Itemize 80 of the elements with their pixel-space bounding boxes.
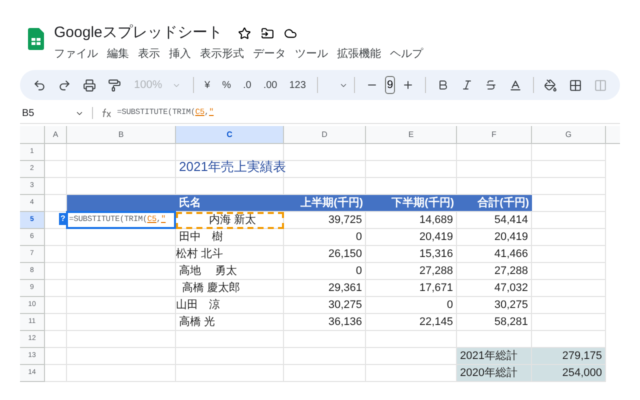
table-cell: 2021年総計 (457, 348, 532, 365)
table-cell (45, 280, 67, 297)
cell-formula[interactable]: =SUBSTITUTE(TRIM(C5," (69, 214, 166, 226)
table-cell: 高橋 光 (176, 314, 284, 331)
header-cell: 氏名 (176, 195, 284, 212)
table-cell: 54,414 (457, 212, 532, 229)
table-cell (45, 297, 67, 314)
table-cell: 30,275 (457, 297, 532, 314)
table-cell: 高地 勇太 (176, 263, 284, 280)
table-cell: 17,671 (366, 280, 457, 297)
table-cell: 22,145 (366, 314, 457, 331)
table-cell: 30,275 (284, 297, 366, 314)
column-header[interactable]: D (284, 126, 366, 143)
column-header[interactable]: G (532, 126, 606, 143)
menu-item[interactable]: データ (253, 46, 286, 62)
table-cell: 内海 新太 (176, 212, 284, 229)
table-cell: 58,281 (457, 314, 532, 331)
menu-item[interactable]: 拡張機能 (337, 46, 381, 62)
table-cell (45, 314, 67, 331)
currency-button[interactable]: ¥ (200, 74, 216, 96)
table-cell: 0 (284, 229, 366, 246)
column-header[interactable]: C (176, 126, 284, 143)
table-cell (45, 246, 67, 263)
table-cell: 高橋 慶太郎 (176, 280, 284, 297)
table-cell (45, 161, 67, 178)
table-cell: 松村 北斗 (176, 246, 284, 263)
menu-item[interactable]: 挿入 (169, 46, 191, 62)
table-cell: 2020年総計 (457, 365, 532, 382)
formula-field[interactable]: =SUBSTITUTE(TRIM(C5," (117, 107, 214, 119)
table-cell: 27,288 (457, 263, 532, 280)
table-cell (45, 229, 67, 246)
table-cell (45, 331, 67, 348)
column-header[interactable]: E (366, 126, 457, 143)
column-header[interactable]: A (45, 126, 67, 143)
table-cell: 14,689 (366, 212, 457, 229)
table-cell: 36,136 (284, 314, 366, 331)
table-cell (45, 348, 67, 365)
cell-reference[interactable]: B5 (20, 106, 75, 120)
folder-icon[interactable] (261, 26, 274, 40)
table-cell: 15,316 (366, 246, 457, 263)
table-cell (45, 178, 67, 195)
sheet-title: 2021年売上実績表 (179, 158, 286, 176)
table-cell: 279,175 (532, 348, 606, 365)
function-icon (101, 108, 112, 118)
table-cell (45, 144, 67, 161)
star-icon[interactable] (238, 26, 252, 40)
menu-item[interactable]: ヘルプ (390, 46, 423, 62)
table-cell: 0 (366, 297, 457, 314)
header-cell: 下半期(千円) (366, 195, 457, 212)
active-cell-editor[interactable]: =SUBSTITUTE(TRIM(C5," (66, 211, 176, 229)
header-cell: 合計(千円) (457, 195, 532, 212)
spreadsheet-logo-icon[interactable] (28, 28, 44, 50)
menu-item[interactable]: ツール (295, 46, 328, 62)
table-cell: 254,000 (532, 365, 606, 382)
table-cell: 0 (284, 263, 366, 280)
menu-item[interactable]: 表示形式 (200, 46, 244, 62)
cloud-icon[interactable] (284, 26, 298, 40)
table-cell (45, 365, 67, 382)
table-cell: 20,419 (457, 229, 532, 246)
table-cell (45, 263, 67, 280)
number-format-button[interactable]: 123 (284, 74, 311, 96)
table-cell: 47,032 (457, 280, 532, 297)
table-cell: 山田 涼 (176, 297, 284, 314)
decrease-decimal-button[interactable]: .0 (238, 74, 256, 96)
font-size-field[interactable]: 9 (384, 76, 396, 94)
menu-item[interactable]: ファイル (54, 46, 98, 62)
table-cell: 39,725 (284, 212, 366, 229)
percent-button[interactable]: % (217, 74, 236, 96)
table-cell: 41,466 (457, 246, 532, 263)
header-cell: 上半期(千円) (284, 195, 366, 212)
menu-item[interactable]: 編集 (107, 46, 129, 62)
table-cell: 27,288 (366, 263, 457, 280)
document-title[interactable]: Googleスプレッドシート (54, 22, 222, 44)
table-cell: 26,150 (284, 246, 366, 263)
table-cell: 20,419 (366, 229, 457, 246)
menu-item[interactable]: 表示 (138, 46, 160, 62)
table-cell: 29,361 (284, 280, 366, 297)
column-header[interactable]: F (457, 126, 532, 143)
increase-decimal-button[interactable]: .00 (258, 74, 282, 96)
table-cell: 田中 樹 (176, 229, 284, 246)
